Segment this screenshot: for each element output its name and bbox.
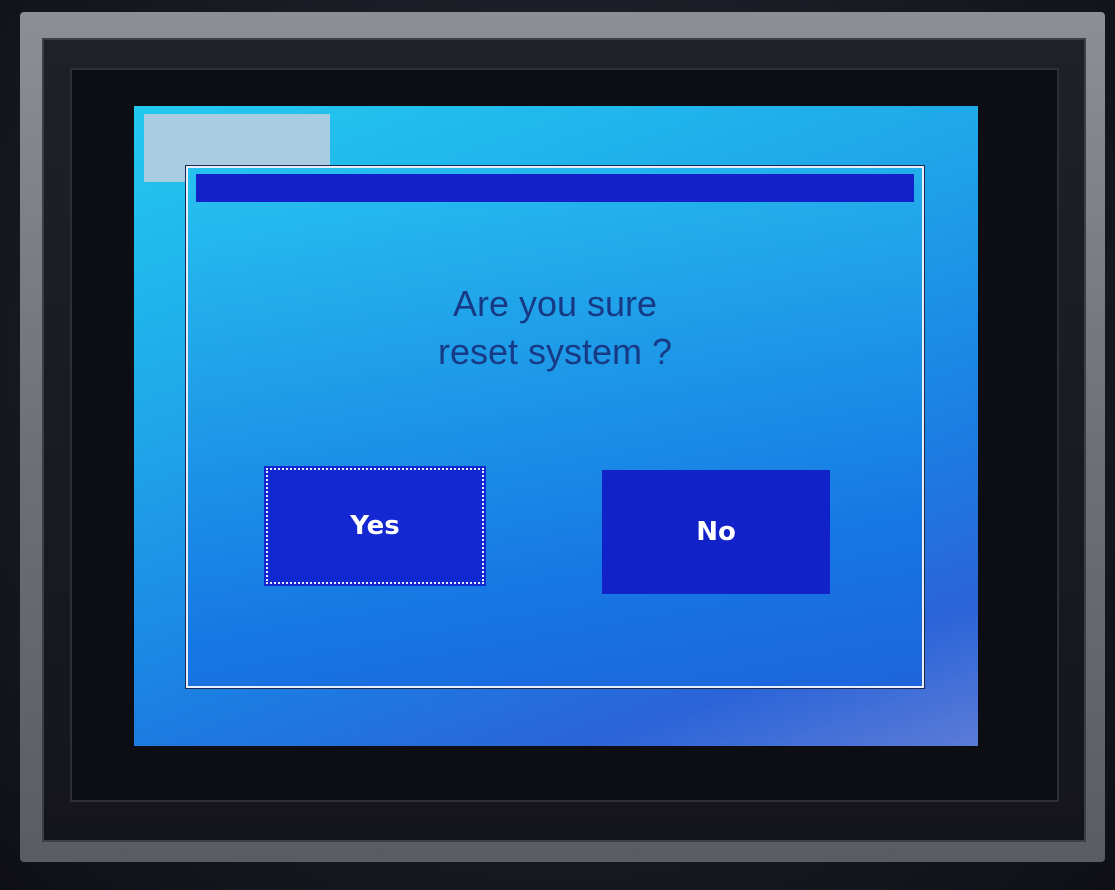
no-button[interactable]: No: [602, 470, 830, 594]
message-line-2: reset system ?: [437, 331, 673, 372]
yes-button-label: Yes: [350, 511, 400, 541]
dialog-title-bar: [196, 174, 914, 202]
dialog-message: Are you sure reset system ?: [188, 280, 922, 376]
reset-confirm-dialog: Are you sure reset system ? Yes No: [186, 166, 924, 688]
yes-button[interactable]: Yes: [264, 466, 486, 586]
hmi-device: Are you sure reset system ? Yes No: [0, 0, 1115, 890]
message-line-1: Are you sure: [452, 283, 658, 324]
no-button-label: No: [696, 517, 736, 547]
hmi-screen: Are you sure reset system ? Yes No: [134, 106, 978, 746]
